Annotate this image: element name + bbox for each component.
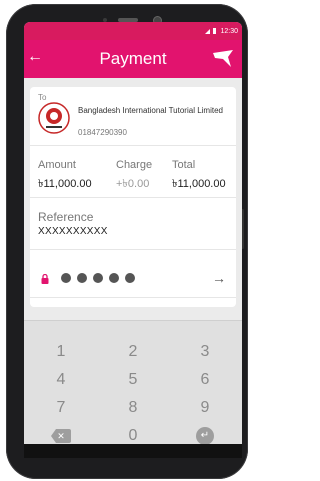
payment-card: To Bangladesh International Tutorial Lim…: [30, 87, 236, 307]
lock-icon: [41, 274, 49, 284]
key-0[interactable]: 0: [108, 425, 158, 444]
to-label: To: [38, 93, 47, 102]
enter-key[interactable]: ↵: [180, 425, 230, 444]
pin-input[interactable]: [61, 273, 135, 283]
key-1[interactable]: 1: [36, 341, 86, 363]
recipient-phone: 01847290390: [78, 128, 127, 137]
screen: 12:30 ← Payment To Bangladesh Internatio…: [24, 22, 242, 444]
org-logo: [38, 102, 70, 134]
status-time: 12:30: [220, 27, 238, 35]
signal-icon: [205, 28, 211, 34]
total-label: Total: [172, 159, 196, 171]
pin-dot: [93, 273, 103, 283]
key-8[interactable]: 8: [108, 397, 158, 419]
charge-value: +৳0.00: [116, 178, 150, 190]
amount-value: ৳11,000.00: [38, 178, 92, 190]
key-9[interactable]: 9: [180, 397, 230, 419]
key-6[interactable]: 6: [180, 369, 230, 391]
divider: [30, 297, 236, 298]
battery-icon: [213, 28, 217, 34]
key-3[interactable]: 3: [180, 341, 230, 363]
app-bar: ← Payment: [24, 40, 242, 78]
pin-dot: [125, 273, 135, 283]
submit-arrow-icon[interactable]: →: [212, 270, 226, 286]
backspace-icon: ✕: [51, 429, 71, 443]
divider: [30, 145, 236, 146]
status-bar: 12:30: [24, 22, 242, 40]
total-value: ৳11,000.00: [172, 178, 226, 190]
pin-dot: [61, 273, 71, 283]
enter-icon: ↵: [196, 427, 214, 444]
numeric-keypad: 1 2 3 4 5 6 7 8 9 ✕ 0 ↵: [24, 320, 242, 444]
reference-value: XXXXXXXXXX: [38, 226, 108, 237]
divider: [30, 197, 236, 198]
key-5[interactable]: 5: [108, 369, 158, 391]
bird-logo-icon: [213, 50, 233, 67]
key-4[interactable]: 4: [36, 369, 86, 391]
recipient-name: Bangladesh International Tutorial Limite…: [78, 106, 223, 115]
amount-label: Amount: [38, 159, 76, 171]
page-title: Payment: [99, 49, 167, 68]
backspace-key[interactable]: ✕: [36, 425, 86, 444]
pin-dot: [109, 273, 119, 283]
reference-label: Reference: [38, 210, 94, 224]
divider: [30, 249, 236, 250]
phone-frame: 12:30 ← Payment To Bangladesh Internatio…: [6, 4, 248, 479]
charge-label: Charge: [116, 159, 153, 171]
key-7[interactable]: 7: [36, 397, 86, 419]
key-2[interactable]: 2: [108, 341, 158, 363]
bottom-bezel: [24, 444, 242, 458]
pin-dot: [77, 273, 87, 283]
